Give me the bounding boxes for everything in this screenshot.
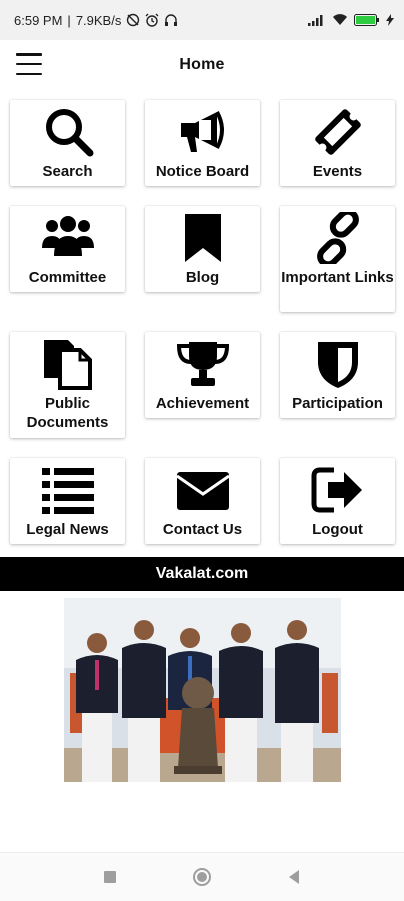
documents-icon (43, 340, 92, 390)
tile-label: Achievement (155, 395, 250, 412)
tile-search[interactable]: Search (10, 100, 125, 186)
brand-label: Vakalat.com (155, 565, 249, 582)
headset-icon (165, 14, 178, 26)
tile-logout[interactable]: Logout (280, 458, 395, 544)
wifi-icon (333, 14, 347, 25)
tile-blog[interactable]: Blog (145, 206, 260, 292)
users-icon (41, 216, 94, 256)
link-icon (316, 212, 359, 264)
tile-public-documents[interactable]: Public Documents (10, 332, 125, 438)
tile-label: Contact Us (162, 521, 243, 538)
tile-achievement[interactable]: Achievement (145, 332, 260, 418)
tile-label: Legal News (26, 521, 109, 538)
status-time: 6:59 PM (14, 12, 63, 28)
page-title: Home (179, 56, 225, 73)
shield-icon (317, 342, 358, 388)
tile-label: Participation (292, 395, 383, 412)
tile-label: Committee (28, 269, 107, 286)
tile-important-links[interactable]: Important Links (280, 206, 395, 312)
tile-contact-us[interactable]: Contact Us (145, 458, 260, 544)
home-icon[interactable] (192, 867, 212, 887)
status-speed: 7.9KB/s (75, 12, 122, 28)
battery-icon (354, 14, 379, 26)
tile-committee[interactable]: Committee (10, 206, 125, 292)
alarm-icon (145, 13, 159, 27)
menu-grid: Search Notice Board Events Committee Blo… (10, 100, 395, 544)
tile-label: Blog (185, 269, 220, 286)
group-photo-image (64, 598, 341, 782)
tile-participation[interactable]: Participation (280, 332, 395, 418)
search-icon (45, 109, 93, 157)
app-bar: Home (0, 40, 404, 90)
hamburger-icon[interactable] (16, 53, 42, 75)
tile-label: Important Links (281, 269, 394, 286)
tile-events[interactable]: Events (280, 100, 395, 186)
dnd-icon (127, 13, 140, 27)
recent-apps-icon[interactable] (103, 870, 117, 884)
status-right (308, 14, 394, 26)
tile-label: Logout (312, 521, 363, 538)
list-icon (41, 468, 94, 514)
envelope-icon (175, 472, 230, 510)
tile-label: Search (42, 163, 93, 180)
ticket-icon (314, 109, 361, 155)
signal-icon (308, 15, 323, 26)
brand-bar: Vakalat.com (0, 557, 404, 591)
bookmark-icon (184, 214, 221, 262)
charging-icon (386, 14, 394, 26)
tile-legal-news[interactable]: Legal News (10, 458, 125, 544)
tile-label: Public Documents (26, 395, 109, 431)
status-divider: | (67, 12, 71, 28)
tile-label: Events (312, 163, 363, 180)
tile-notice-board[interactable]: Notice Board (145, 100, 260, 186)
status-left: 6:59 PM | 7.9KB/s (14, 13, 178, 28)
tile-label: Notice Board (155, 163, 250, 180)
back-icon[interactable] (287, 869, 301, 885)
trophy-icon (176, 342, 229, 386)
system-nav-bar (0, 852, 404, 901)
megaphone-icon (180, 111, 224, 152)
logout-icon (311, 467, 362, 513)
group-photo (64, 598, 341, 782)
status-bar: 6:59 PM | 7.9KB/s (0, 0, 404, 40)
